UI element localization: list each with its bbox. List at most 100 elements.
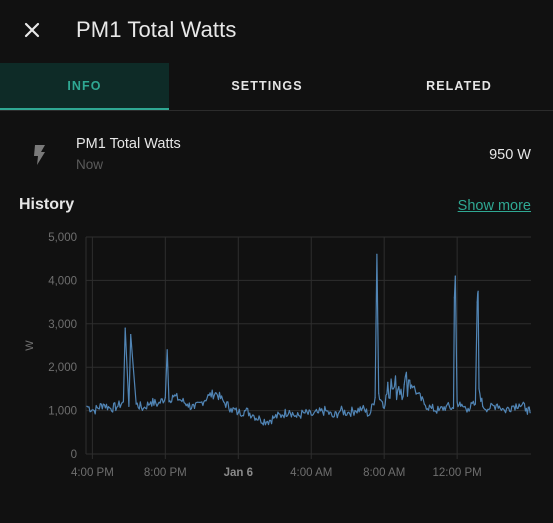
- close-icon: [24, 22, 40, 38]
- data-point: [168, 401, 170, 403]
- tab-settings[interactable]: SETTINGS: [169, 63, 365, 110]
- data-point: [416, 392, 418, 394]
- data-point: [456, 401, 458, 403]
- dialog-title: PM1 Total Watts: [76, 17, 237, 42]
- data-point: [387, 381, 389, 383]
- y-tick-label: 2,000: [48, 362, 77, 374]
- x-tick-label: Jan 6: [224, 467, 253, 479]
- data-point: [252, 414, 254, 416]
- x-tick-label: 12:00 PM: [433, 467, 482, 479]
- y-tick-label: 0: [71, 449, 77, 461]
- data-point: [453, 297, 456, 299]
- data-point: [474, 403, 476, 405]
- data-point: [124, 327, 126, 329]
- entity-row: PM1 Total Watts Now 950 W: [0, 130, 553, 180]
- data-point: [230, 407, 232, 410]
- data-point: [142, 407, 145, 410]
- x-tick-label: 8:00 AM: [363, 467, 405, 479]
- data-point: [288, 410, 290, 412]
- data-point: [392, 388, 394, 390]
- data-point: [259, 418, 261, 420]
- data-point: [223, 401, 225, 403]
- data-point: [476, 301, 478, 303]
- data-point: [237, 412, 239, 414]
- data-point: [325, 410, 327, 412]
- data-point: [266, 420, 269, 423]
- y-tick-label: 5,000: [48, 232, 77, 244]
- tab-info[interactable]: INFO: [0, 63, 169, 110]
- data-point: [135, 403, 137, 405]
- data-point: [383, 407, 385, 410]
- data-point: [503, 410, 506, 412]
- entity-state-value: 950 W: [489, 147, 531, 163]
- data-point: [438, 410, 440, 412]
- x-tick-label: 4:00 PM: [71, 467, 114, 479]
- data-point: [186, 403, 188, 405]
- data-point: [529, 412, 531, 414]
- data-point: [467, 407, 469, 410]
- data-point: [496, 403, 498, 405]
- data-point: [164, 396, 166, 399]
- close-button[interactable]: [17, 15, 47, 45]
- data-point: [478, 388, 480, 390]
- more-info-dialog: PM1 Total Watts INFO SETTINGS RELATED PM…: [0, 0, 553, 523]
- data-point: [409, 379, 411, 381]
- data-point: [110, 407, 112, 410]
- data-point: [86, 405, 88, 407]
- data-point: [376, 253, 378, 255]
- data-point: [244, 410, 247, 412]
- data-point: [454, 275, 456, 277]
- tab-bar: INFO SETTINGS RELATED: [0, 63, 553, 110]
- data-point: [347, 412, 349, 414]
- data-point: [317, 412, 320, 414]
- data-point: [445, 405, 447, 407]
- data-point: [215, 392, 217, 394]
- x-tick-label: 4:00 AM: [290, 467, 332, 479]
- data-point: [201, 401, 203, 403]
- y-tick-label: 4,000: [48, 275, 77, 287]
- data-point: [172, 394, 174, 397]
- show-more-link[interactable]: Show more: [458, 198, 531, 214]
- data-point: [93, 410, 95, 412]
- data-point: [310, 414, 312, 416]
- data-point: [332, 416, 334, 418]
- data-point: [281, 414, 283, 416]
- data-point: [130, 334, 132, 336]
- data-point: [377, 323, 379, 325]
- data-point: [193, 407, 196, 410]
- data-point: [374, 396, 376, 399]
- data-point: [368, 414, 371, 416]
- data-point: [477, 290, 479, 292]
- history-chart[interactable]: 0 1,000 2,000 3,000 4,000 5,000 4:00 PM 8:00 PM…: [0, 225, 553, 485]
- data-point: [379, 399, 382, 401]
- flash-icon: [34, 145, 45, 165]
- data-point: [431, 407, 433, 410]
- data-point: [296, 416, 298, 418]
- tab-related[interactable]: RELATED: [365, 63, 553, 110]
- data-point: [339, 410, 342, 412]
- data-point: [452, 407, 455, 410]
- data-point: [150, 401, 152, 403]
- data-point: [518, 403, 520, 405]
- data-point: [482, 405, 484, 407]
- data-point: [157, 403, 159, 405]
- data-point: [274, 416, 276, 418]
- dialog-header: PM1 Total Watts: [0, 0, 553, 62]
- data-point: [166, 349, 168, 351]
- data-point: [412, 386, 414, 388]
- data-point: [403, 383, 405, 386]
- data-point: [381, 401, 383, 403]
- data-point: [208, 394, 210, 397]
- data-point: [398, 386, 400, 388]
- entity-last-changed: Now: [76, 157, 104, 172]
- data-point: [102, 403, 104, 405]
- data-point: [489, 407, 491, 410]
- data-point: [128, 405, 130, 407]
- tabs-divider: [0, 110, 553, 111]
- y-tick-label: 3,000: [48, 319, 77, 331]
- data-point: [378, 392, 380, 394]
- history-heading: History: [19, 196, 75, 213]
- data-point: [361, 407, 363, 410]
- data-point: [117, 405, 119, 407]
- data-point: [303, 412, 305, 414]
